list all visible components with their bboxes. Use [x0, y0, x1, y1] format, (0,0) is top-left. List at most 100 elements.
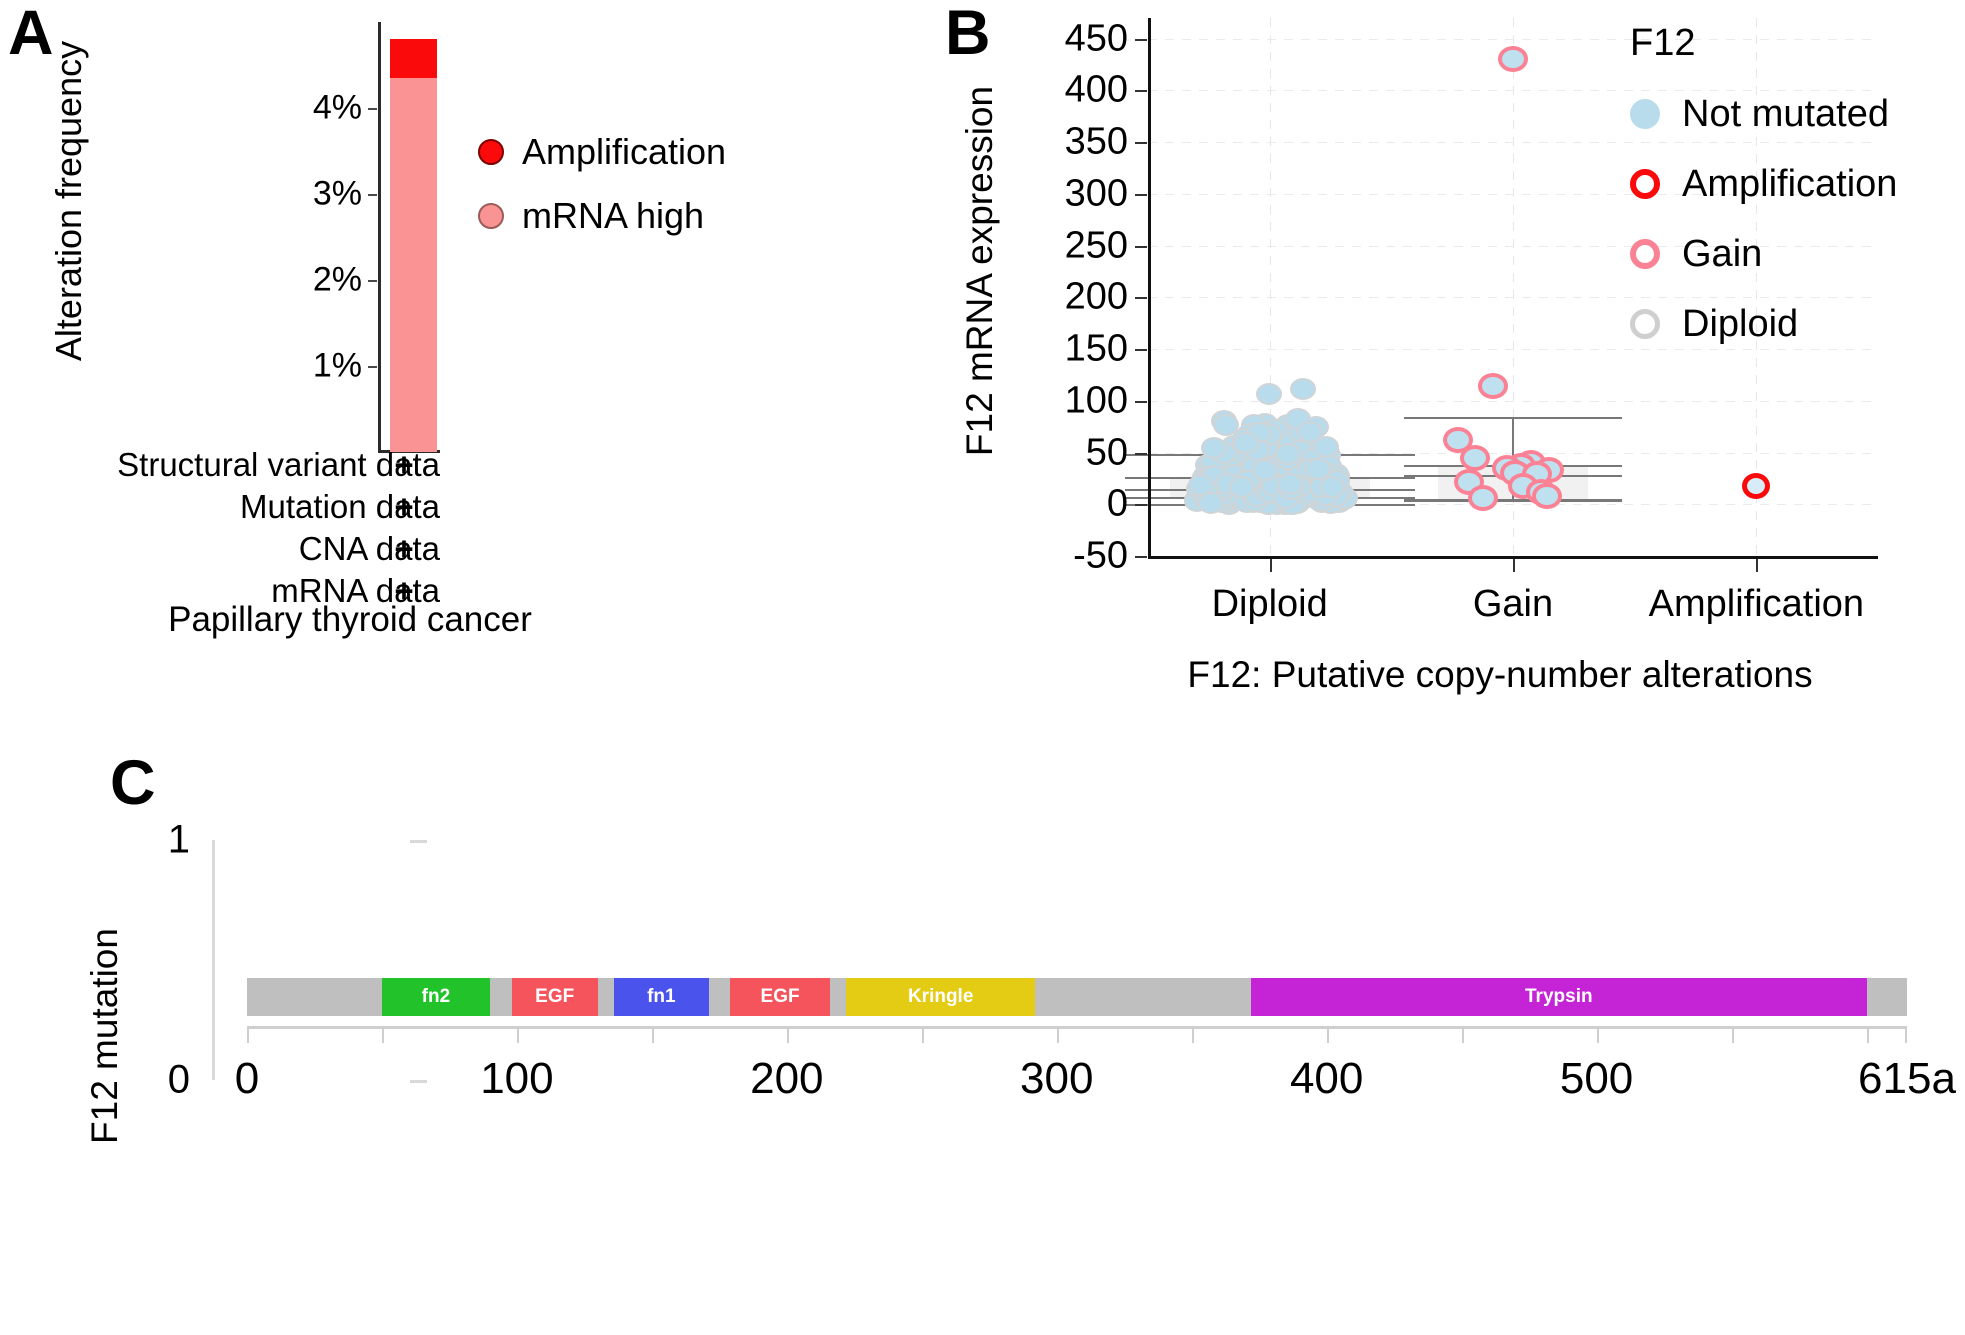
panel-b-y-tick-label: 400	[1064, 68, 1128, 111]
panel-c-y-axis-cap	[410, 840, 427, 843]
legend-label-mrna-high: mRNA high	[522, 195, 705, 236]
data-point-gain	[1468, 485, 1498, 512]
panel-a-y-tick-label: 4%	[312, 88, 362, 127]
panel-c-ruler-label: 500	[1559, 1054, 1634, 1103]
data-point-gain	[1498, 46, 1528, 73]
legend-item-gain: Gain	[1630, 219, 1897, 289]
data-point-gain	[1532, 482, 1562, 509]
data-point-not-mutated	[1277, 472, 1304, 495]
panel-b-y-tick	[1135, 90, 1147, 93]
data-point-gain	[1478, 373, 1508, 400]
protein-domain-kringle[interactable]: Kringle	[846, 978, 1036, 1016]
panel-b-x-tick-label: Amplification	[1648, 583, 1865, 625]
panel-c-letter: C	[110, 748, 155, 818]
panel-c-ruler-label: 300	[1020, 1054, 1094, 1103]
legend-label-amplification: Amplification	[1682, 162, 1898, 205]
protein-domain-fn2[interactable]: fn2	[381, 978, 490, 1016]
panel-b-y-tick-label: 350	[1064, 120, 1128, 163]
panel-c-ruler-tick-end	[1905, 1026, 1907, 1043]
data-point-not-mutated	[1274, 442, 1301, 465]
boxplot-whisker-high-line	[1404, 417, 1622, 420]
gain-marker-icon	[1630, 239, 1660, 269]
panel-c-y-tick-label: 1	[167, 817, 190, 862]
data-row-label: CNA data	[298, 530, 440, 567]
protein-domain-egf[interactable]: EGF	[730, 978, 830, 1016]
panel-b-x-tick	[1269, 559, 1272, 572]
data-point-not-mutated	[1213, 413, 1240, 436]
panel-c-ruler-label: 100	[480, 1054, 554, 1103]
panel-b-y-tick-label: 250	[1064, 224, 1128, 267]
panel-c-y-axis-cap	[410, 1080, 427, 1083]
boxplot-whisker-low-line	[1404, 500, 1622, 503]
panel-c-protein-backbone: fn2 EGF fn1 EGF Kringle Trypsin	[247, 978, 1907, 1016]
panel-b-y-tick-label: 150	[1064, 327, 1128, 370]
panel-c-ruler-label: 200	[750, 1054, 824, 1103]
panel-a-y-tick	[368, 108, 377, 110]
protein-domain-trypsin[interactable]: Trypsin	[1251, 978, 1867, 1016]
panel-c-ruler-tick	[1866, 1026, 1869, 1043]
panel-b-y-tick	[1135, 38, 1147, 41]
panel-c-ruler-tick	[1731, 1026, 1734, 1043]
panel-c-y-tick-label: 0	[167, 1057, 190, 1102]
panel-b-x-tick	[1756, 559, 1759, 572]
legend-item-amplification: Amplification	[478, 120, 726, 184]
panel-b-y-tick	[1135, 193, 1147, 196]
panel-b-legend: F12 Not mutated Amplification Gain Diplo…	[1630, 22, 1897, 359]
panel-a-y-tick	[368, 366, 377, 368]
panel-b-y-tick	[1135, 504, 1147, 507]
panel-c-ruler-tick	[381, 1026, 384, 1043]
panel-b-y-tick-label: 0	[1106, 482, 1128, 525]
panel-a-legend: Amplification mRNA high	[478, 120, 726, 248]
panel-b-legend-title: F12	[1630, 22, 1696, 64]
not-mutated-marker-icon	[1630, 99, 1660, 129]
panel-b-y-tick	[1135, 297, 1147, 300]
panel-b-y-tick-label: 300	[1064, 172, 1128, 215]
panel-b-y-tick-label: 450	[1064, 17, 1128, 60]
panel-b-y-ticks: -50 0 50 100 150 200 250 300 350 400 450	[1065, 17, 1149, 577]
legend-label-amplification: Amplification	[522, 131, 727, 172]
panel-a-y-tick-label: 3%	[312, 174, 362, 213]
panel-b-y-tick	[1135, 349, 1147, 352]
panel-a-y-tick-label: 1%	[312, 346, 362, 385]
legend-label-diploid: Diploid	[1682, 302, 1799, 345]
data-row-label: Structural variant data	[117, 446, 440, 483]
data-point-not-mutated	[1201, 436, 1228, 459]
panel-c-y-tick-labels: 10	[168, 818, 427, 1102]
data-point-not-mutated	[1198, 492, 1225, 515]
panel-a-y-tick	[368, 194, 377, 196]
panel-a-alteration-frequency: A Alteration frequency 1% 2% 3% 4% Amplific…	[0, 0, 800, 790]
panel-a-cancer-type-label: Papillary thyroid cancer	[168, 600, 532, 639]
data-row-mark: +	[394, 530, 414, 567]
panel-a-letter: A	[8, 0, 53, 68]
panel-a-y-axis-label: Alteration frequency	[48, 40, 89, 362]
panel-a-y-tick-label: 2%	[312, 260, 362, 299]
legend-label-not-mutated: Not mutated	[1682, 92, 1889, 135]
panel-b-x-tick	[1513, 559, 1515, 572]
protein-domain-egf[interactable]: EGF	[511, 978, 598, 1016]
mrna-high-swatch-icon	[478, 203, 504, 229]
panel-c-ruler-tick	[1461, 1026, 1464, 1043]
panel-c-y-axis-label: F12 mutation	[84, 928, 125, 1144]
data-point-not-mutated	[1251, 459, 1278, 482]
data-point-amplification	[1742, 472, 1771, 499]
amplification-swatch-icon	[478, 139, 504, 165]
panel-b-y-tick	[1135, 400, 1147, 403]
panel-c-ruler-tick	[1056, 1026, 1059, 1043]
panel-b-y-tick	[1135, 452, 1147, 455]
panel-c-ruler-label: 0	[234, 1054, 260, 1103]
panel-b-y-tick	[1135, 142, 1147, 145]
data-row-mark: +	[394, 488, 414, 525]
bar-segment-mrna-high	[390, 77, 437, 452]
panel-a-y-ticks: 1% 2% 3% 4%	[313, 22, 379, 452]
panel-b-y-tick-label: 100	[1064, 379, 1128, 422]
panel-c-position-ruler: 0 100 200 300 400 500 615a	[235, 1026, 1956, 1103]
legend-item-not-mutated: Not mutated	[1630, 79, 1897, 149]
panel-b-x-ticks: Diploid Gain Amplification	[1148, 559, 1878, 625]
panel-a-y-tick	[368, 280, 377, 282]
panel-c-ruler-tick	[1326, 1026, 1329, 1043]
protein-domain-fn1[interactable]: fn1	[614, 978, 709, 1016]
panel-b-x-tick-label: Diploid	[1211, 583, 1328, 625]
panel-c-ruler-tick	[921, 1026, 924, 1043]
panel-c-ruler-tick	[786, 1026, 789, 1043]
data-row-mark: +	[394, 446, 414, 483]
